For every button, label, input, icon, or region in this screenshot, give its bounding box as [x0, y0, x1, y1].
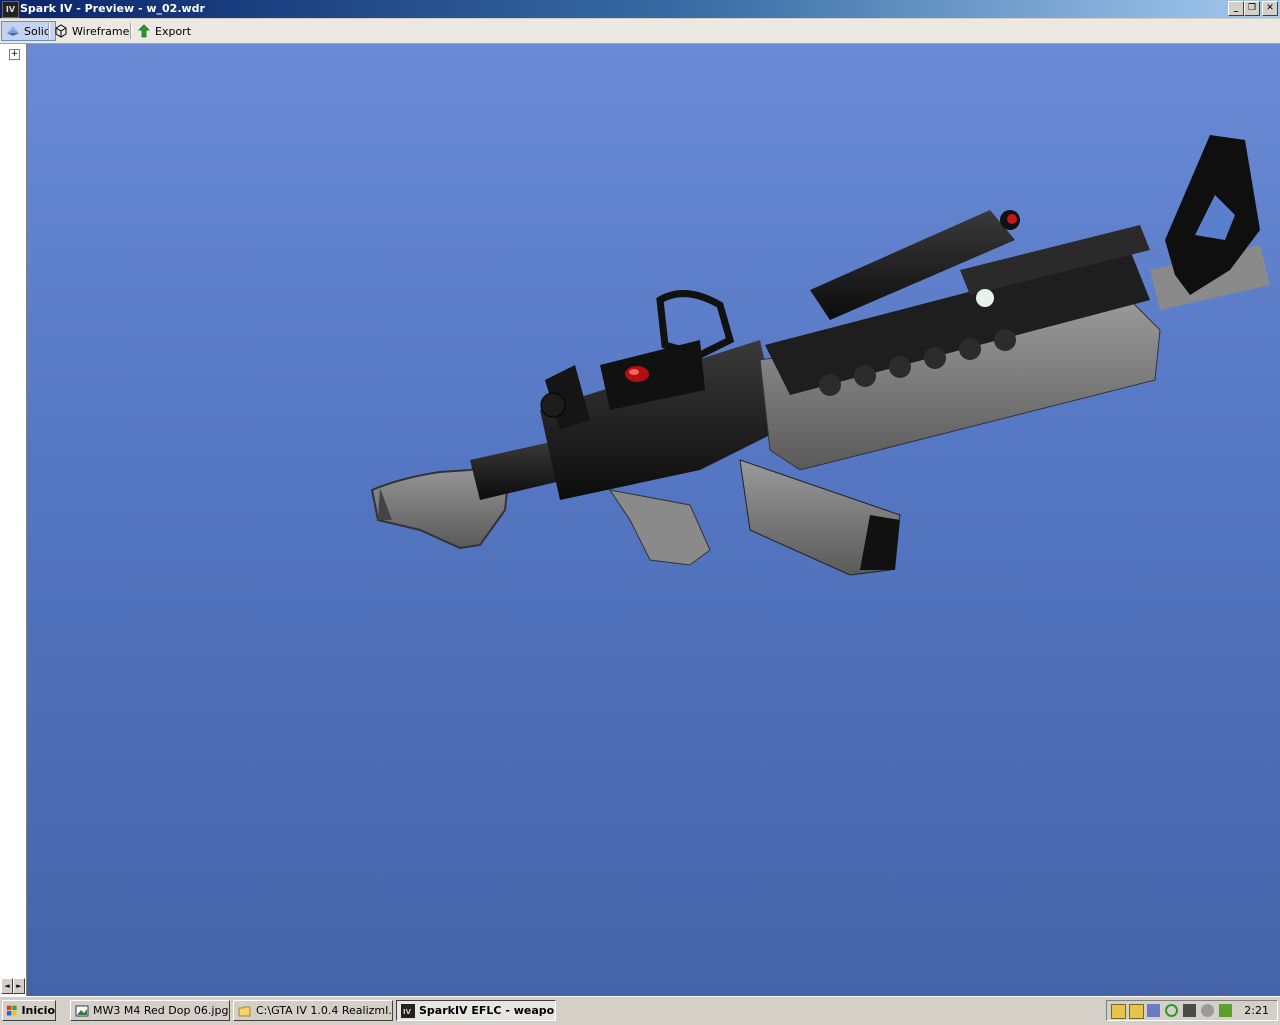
utility-icon[interactable] — [1201, 1004, 1214, 1017]
windows-logo-icon — [6, 1005, 17, 1015]
rifle-model — [370, 135, 1270, 576]
export-arrow-icon — [138, 24, 150, 38]
taskbar-item-label: MW3 M4 Red Dop 06.jpg... — [93, 1004, 230, 1017]
image-icon — [75, 1005, 89, 1016]
sparkiv-icon: IV — [401, 1003, 415, 1018]
taskbar-item-folder[interactable]: C:\GTA IV 1.0.4 RealizmI... — [233, 1000, 393, 1021]
start-label: Inicio — [21, 1004, 55, 1017]
taskbar: Inicio MW3 M4 Red Dop 06.jpg... C:\GTA I… — [0, 996, 1280, 1025]
notification-icon[interactable] — [1111, 1004, 1126, 1019]
export-label: Export — [155, 24, 192, 38]
toolbar: Solid Wireframe Export — [0, 19, 1280, 44]
security-icon[interactable] — [1165, 1004, 1178, 1017]
model-tree-panel[interactable]: + ◄ ► — [0, 44, 27, 996]
volume-icon[interactable] — [1183, 1004, 1196, 1017]
taskbar-item-image[interactable]: MW3 M4 Red Dop 06.jpg... — [70, 1000, 230, 1021]
folder-icon — [238, 1006, 251, 1016]
horizontal-scrollbar[interactable]: ◄ ► — [1, 978, 25, 994]
nvidia-icon[interactable] — [1219, 1004, 1232, 1017]
title-bar: IV Spark IV - Preview - w_02.wdr _ ❐ ✕ — [0, 0, 1280, 18]
taskbar-item-label: SparkIV EFLC - weapo... — [419, 1004, 556, 1017]
close-button[interactable]: ✕ — [1262, 1, 1278, 16]
taskbar-item-label: C:\GTA IV 1.0.4 RealizmI... — [256, 1004, 393, 1017]
solid-label: Solid — [24, 24, 51, 38]
scroll-left-icon[interactable]: ◄ — [1, 978, 13, 994]
wireframe-button[interactable]: Wireframe — [50, 21, 133, 41]
solid-shading-icon — [7, 26, 19, 36]
wireframe-cube-icon — [55, 24, 67, 38]
3d-viewport[interactable] — [27, 44, 1280, 996]
export-button[interactable]: Export — [133, 21, 195, 41]
maximize-button[interactable]: ❐ — [1244, 1, 1260, 16]
start-button[interactable]: Inicio — [2, 1000, 56, 1021]
system-tray: 2:21 — [1106, 1000, 1278, 1021]
notification-icon[interactable] — [1129, 1004, 1144, 1019]
taskbar-item-sparkiv[interactable]: IV SparkIV EFLC - weapo... — [396, 1000, 556, 1021]
clock[interactable]: 2:21 — [1244, 1004, 1269, 1017]
wireframe-label: Wireframe — [72, 24, 130, 38]
app-icon[interactable]: IV — [2, 1, 19, 18]
svg-text:IV: IV — [403, 1008, 412, 1016]
minimize-button[interactable]: _ — [1228, 1, 1244, 16]
toolbar-separator — [130, 23, 132, 39]
network-icon[interactable] — [1147, 1004, 1160, 1017]
window-title: Spark IV - Preview - w_02.wdr — [20, 2, 205, 15]
tree-expand-icon[interactable]: + — [9, 49, 20, 60]
scroll-right-icon[interactable]: ► — [13, 978, 25, 994]
